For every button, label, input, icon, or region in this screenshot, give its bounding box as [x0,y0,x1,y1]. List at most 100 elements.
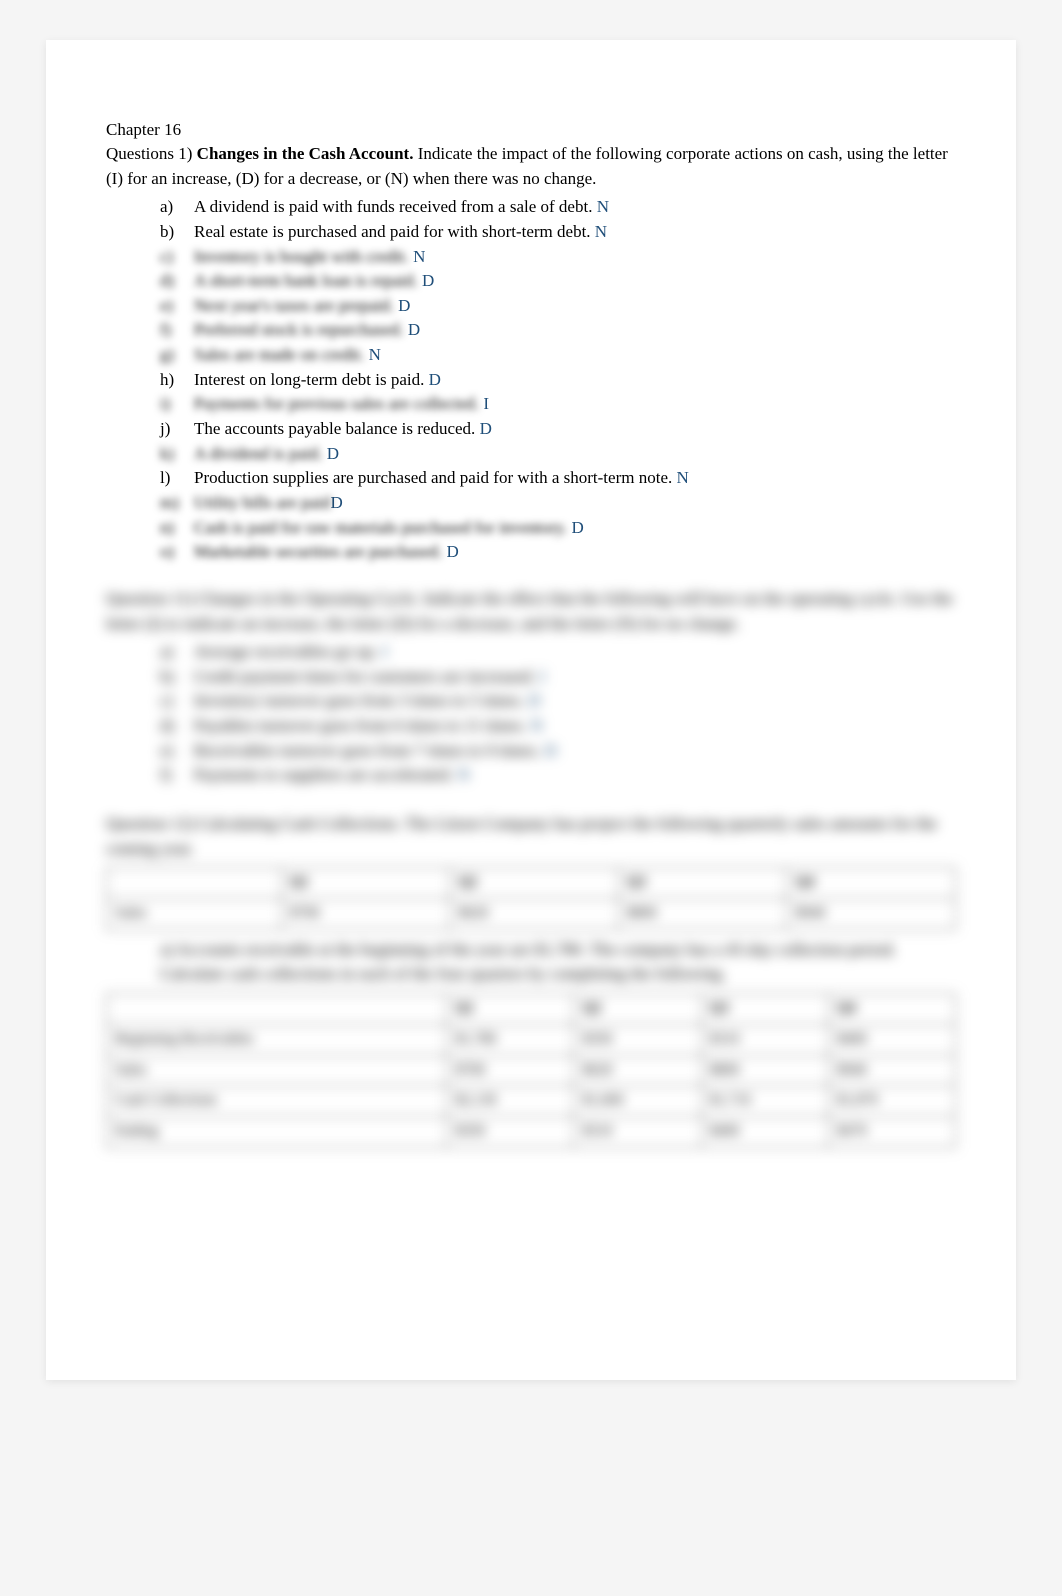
item-answer: D [544,741,556,760]
item-text: A dividend is paid with funds received f… [194,195,956,220]
q1-lead: Questions 1) [106,144,197,163]
table-header: Q2 [450,868,619,899]
item-answer: D [572,518,584,537]
item-body: Preferred stock is repurchased. [194,320,408,339]
q1-title: Changes in the Cash Account. [197,144,414,163]
item-text: Inventory turnover goes from 3 times to … [194,689,956,714]
list-item: h)Interest on long-term debt is paid. D [160,368,956,393]
table-cell: $1,660 [574,1086,701,1117]
table-cell: $2,130 [447,1086,574,1117]
item-marker: g) [160,343,182,368]
list-item: o)Marketable securities are purchased. D [160,540,956,565]
item-text: The accounts payable balance is reduced.… [194,417,956,442]
table-header: Q1 [447,994,574,1025]
item-body: Interest on long-term debt is paid. [194,370,429,389]
item-answer: D [330,493,342,512]
q11-lead: Question 11) Changes in the Operating Cy… [106,589,953,633]
item-answer: D [447,542,459,561]
item-answer: N [530,716,542,735]
question-1-intro: Questions 1) Changes in the Cash Account… [106,142,956,191]
table-cell: Cash Collections [107,1086,447,1117]
q12-table2-wrap: Q1Q2Q3Q4Beginning Receivables$1,780$350$… [106,993,956,1148]
item-marker: e) [160,739,182,764]
q11-list: a)Average receivables go up. Ib)Credit p… [160,640,956,788]
item-text: Production supplies are purchased and pa… [194,466,956,491]
item-marker: j) [160,417,182,442]
q12-table1: Q1Q2Q3Q4Sales$700$620$800$940 [106,867,956,930]
document-page: Chapter 16 Questions 1) Changes in the C… [46,40,1016,1380]
item-body: Inventory is bought with credit. [194,247,413,266]
table-cell: $310 [574,1117,701,1148]
table-row: Sales$700$620$800$940 [107,1055,956,1086]
list-item: n)Cash is paid for raw materials purchas… [160,516,956,541]
table-cell: $700 [447,1055,574,1086]
item-text: Sales are made on credit. N [194,343,956,368]
item-marker: b) [160,220,182,245]
item-body: Utility bills are paid [194,493,330,512]
item-text: Inventory is bought with credit. N [194,245,956,270]
q1-list: a) A dividend is paid with funds received… [160,195,956,565]
list-item: j) The accounts payable balance is reduce… [160,417,956,442]
item-text: Preferred stock is repurchased. D [194,318,956,343]
list-item: b)Real estate is purchased and paid for … [160,220,956,245]
list-item: c)Inventory is bought with credit. N [160,245,956,270]
table-header [107,868,282,899]
item-text: Payments to suppliers are accelerated. N [194,763,956,788]
list-item: b)Credit payment times for customers are… [160,665,956,690]
item-body: Cash is paid for raw materials purchased… [194,518,572,537]
table-cell: $940 [828,1055,955,1086]
table-cell: $1,710 [701,1086,828,1117]
table-header: Q3 [618,868,787,899]
list-item: a) A dividend is paid with funds received… [160,195,956,220]
item-text: Receivables turnover goes from 7 times t… [194,739,956,764]
item-text: A short-term bank loan is repaid. D [194,269,956,294]
table-row: Sales$700$620$800$940 [107,899,956,930]
item-marker: i) [160,392,182,417]
item-answer: N [457,765,469,784]
table-cell: $800 [701,1055,828,1086]
item-answer: D [327,444,339,463]
list-item: k)A dividend is paid. D [160,442,956,467]
table-header: Q1 [281,868,450,899]
item-answer: D [480,419,492,438]
item-answer: I [382,642,388,661]
table-cell: $400 [828,1024,955,1055]
item-body: Sales are made on credit. [194,345,369,364]
item-marker: l) [160,466,182,491]
item-body: A short-term bank loan is repaid. [194,271,422,290]
q12-table2: Q1Q2Q3Q4Beginning Receivables$1,780$350$… [106,993,956,1148]
item-answer: N [369,345,381,364]
table-cell: $1,870 [828,1086,955,1117]
item-text: Cash is paid for raw materials purchased… [194,516,956,541]
list-item: a)Average receivables go up. I [160,640,956,665]
table-row: Ending$350$310$400$470 [107,1117,956,1148]
q12-table1-wrap: Q1Q2Q3Q4Sales$700$620$800$940 [106,867,956,930]
table-row: Cash Collections$2,130$1,660$1,710$1,870 [107,1086,956,1117]
item-answer: N [597,197,609,216]
item-text: Next year's taxes are prepaid. D [194,294,956,319]
table-cell: $350 [574,1024,701,1055]
table-cell: Sales [107,899,282,930]
item-text: Marketable securities are purchased. D [194,540,956,565]
list-item: l) Production supplies are purchased and … [160,466,956,491]
table-header: Q4 [828,994,955,1025]
item-text: Utility bills are paidD [194,491,956,516]
item-answer: D [528,691,540,710]
list-item: e) Next year's taxes are prepaid. D [160,294,956,319]
item-answer: D [408,320,420,339]
item-marker: a) [160,195,182,220]
list-item: f) Preferred stock is repurchased. D [160,318,956,343]
list-item: d)Payables turnover goes from 6 times to… [160,714,956,739]
item-marker: f) [160,763,182,788]
table-cell: Sales [107,1055,447,1086]
item-marker: e) [160,294,182,319]
item-body: A dividend is paid with funds received f… [194,197,597,216]
table-cell: $1,780 [447,1024,574,1055]
item-body: Marketable securities are purchased. [194,542,447,561]
item-body: Production supplies are purchased and pa… [194,468,676,487]
table-cell: $620 [450,899,619,930]
item-marker: a) [160,640,182,665]
item-marker: f) [160,318,182,343]
list-item: f) Payments to suppliers are accelerated.… [160,763,956,788]
table-cell: $470 [828,1117,955,1148]
